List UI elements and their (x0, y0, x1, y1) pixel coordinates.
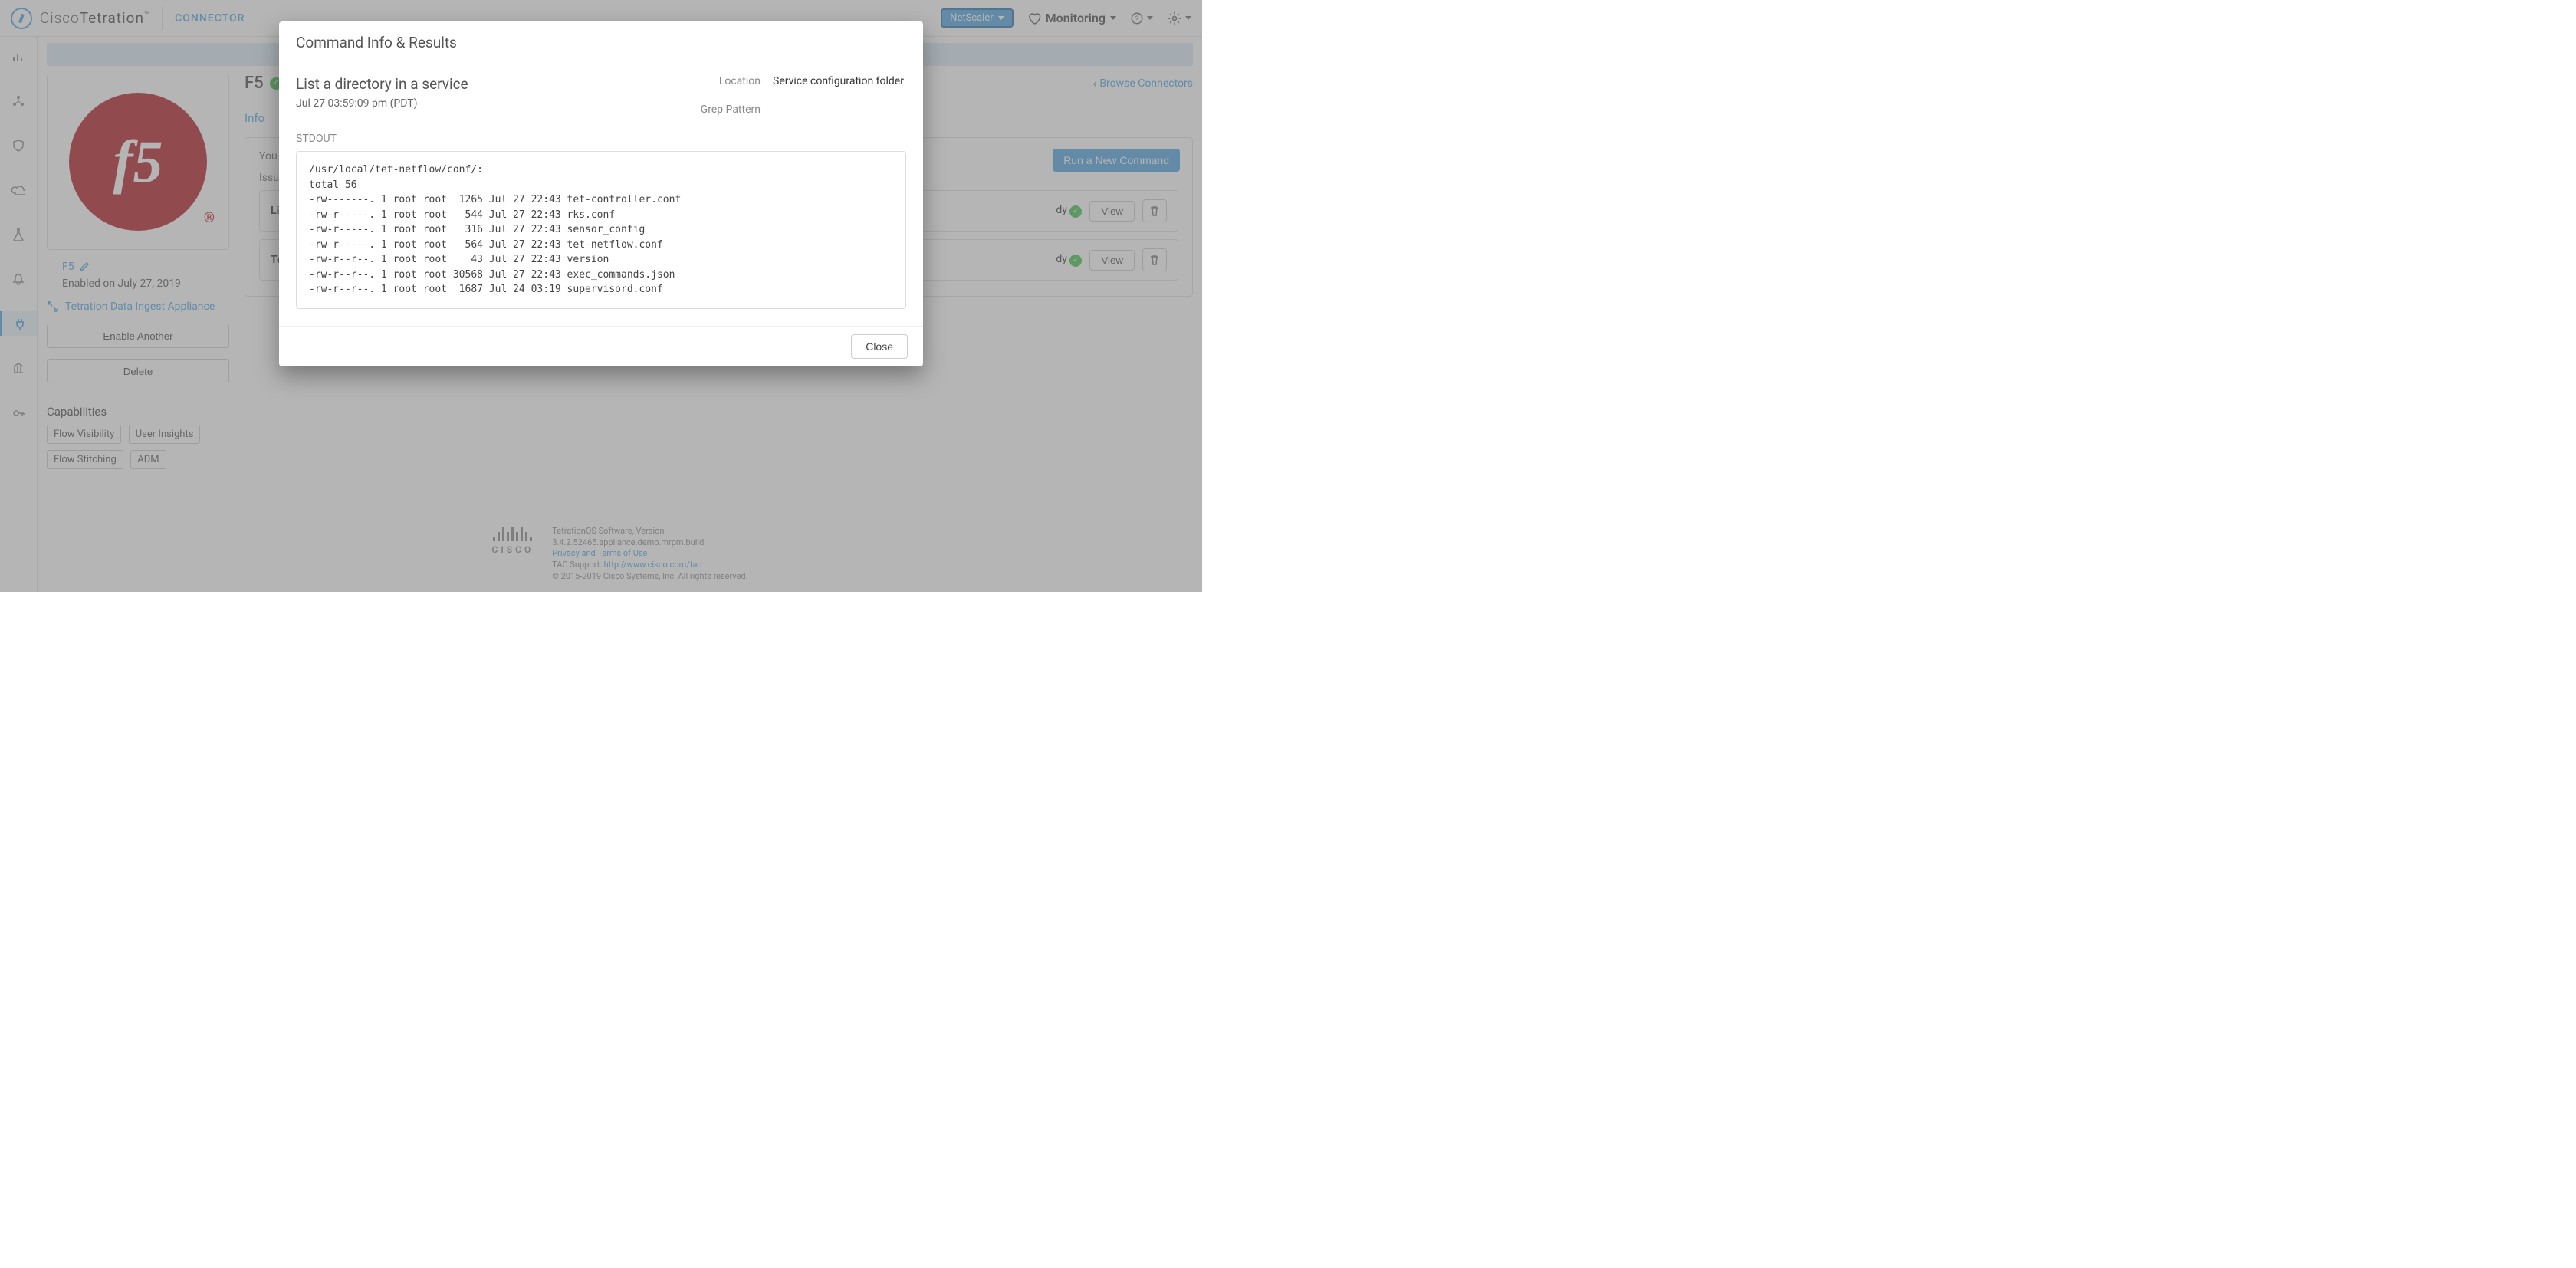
location-label: Location (676, 75, 761, 90)
stdout-output: /usr/local/tet-netflow/conf/: total 56 -… (296, 151, 906, 309)
modal-title: Command Info & Results (279, 21, 923, 64)
grep-label: Grep Pattern (676, 103, 761, 118)
close-button[interactable]: Close (851, 334, 908, 359)
command-results-modal: Command Info & Results List a directory … (279, 21, 923, 366)
command-name: List a directory in a service (296, 75, 676, 93)
modal-overlay[interactable]: Command Info & Results List a directory … (0, 0, 1202, 592)
stdout-label: STDOUT (296, 133, 906, 145)
command-timestamp: Jul 27 03:59:09 pm (PDT) (296, 97, 676, 110)
location-value: Service configuration folder (773, 75, 906, 90)
grep-value (773, 103, 906, 118)
